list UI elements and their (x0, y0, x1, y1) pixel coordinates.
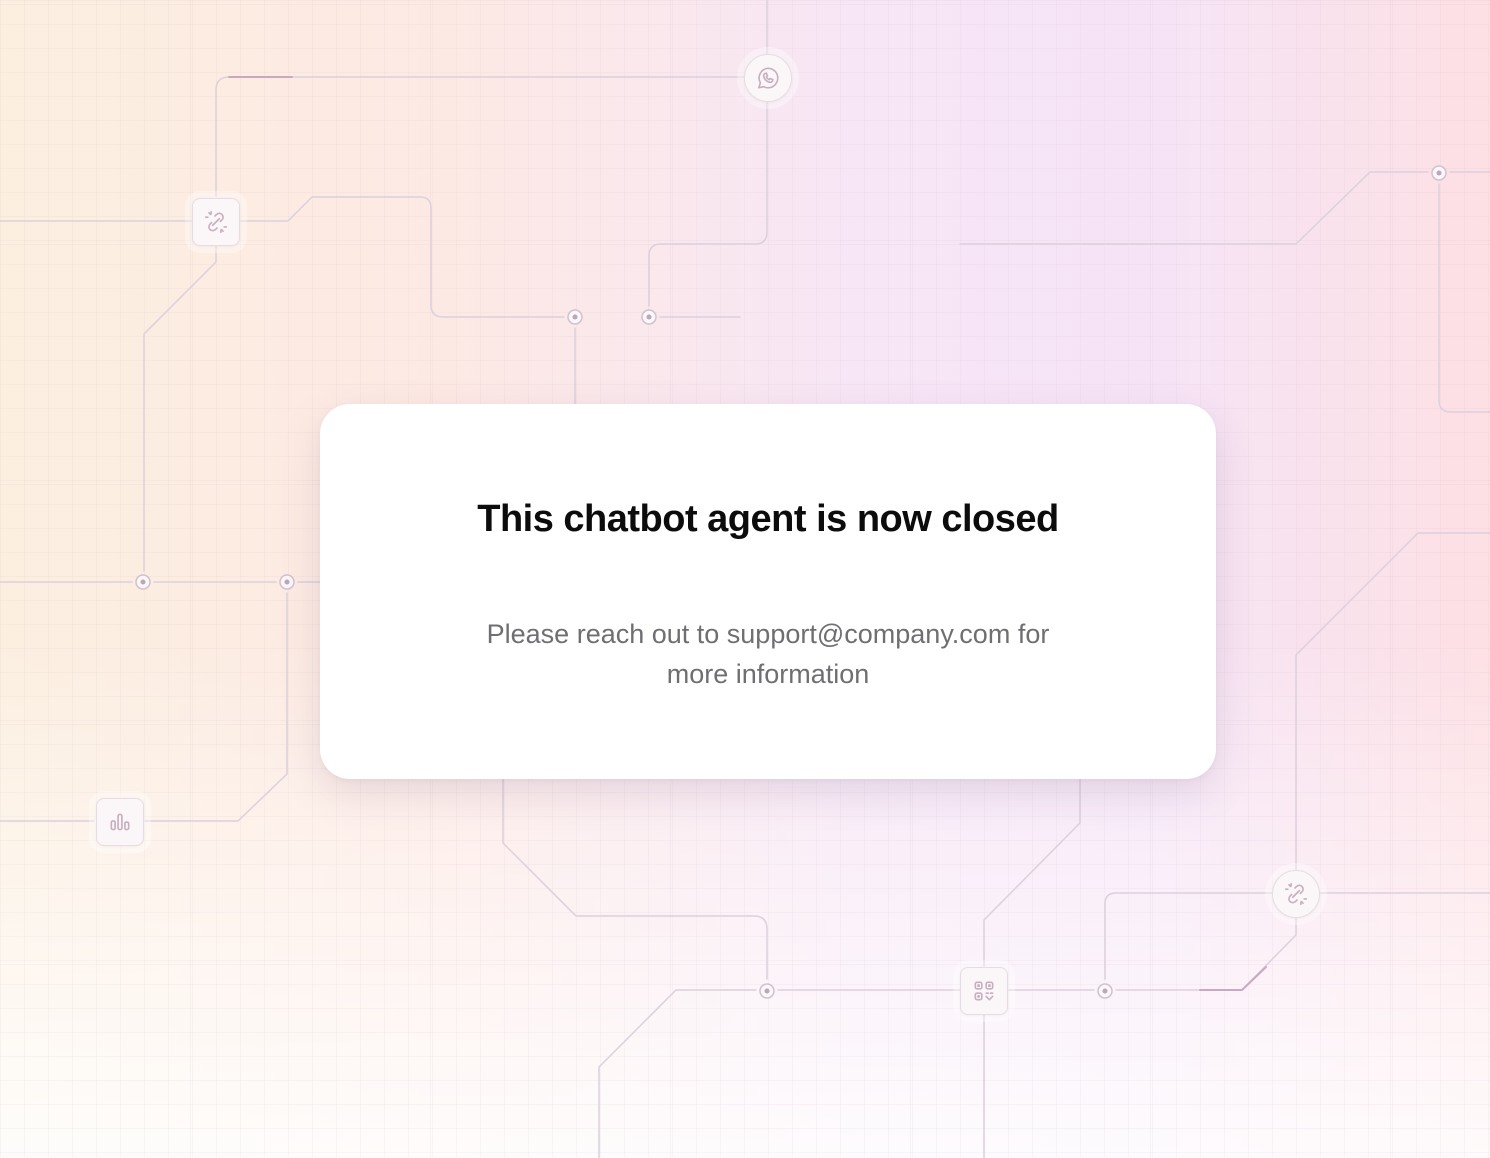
closed-notice-card: This chatbot agent is now closed Please … (320, 404, 1216, 779)
link-icon (1284, 882, 1308, 906)
closed-message: Please reach out to support@company.com … (486, 619, 1050, 689)
qr-node (960, 967, 1008, 1015)
bar-chart-icon (110, 813, 130, 831)
phone-icon (757, 67, 779, 89)
qr-code-icon (974, 981, 994, 1001)
closed-title: This chatbot agent is now closed (477, 498, 1059, 540)
link-node-right (1272, 870, 1320, 918)
closed-page: This chatbot agent is now closed Please … (0, 0, 1490, 1158)
phone-node (744, 54, 792, 102)
chart-node (96, 798, 144, 846)
link-icon (204, 210, 228, 234)
link-node (192, 198, 240, 246)
